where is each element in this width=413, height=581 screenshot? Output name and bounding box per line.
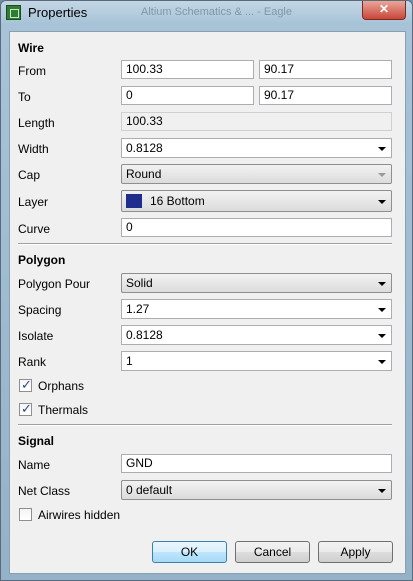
cancel-button[interactable]: Cancel [235, 541, 310, 563]
isolate-combo[interactable]: 0.8128 [121, 325, 392, 345]
orphans-checkbox[interactable]: ✓ [19, 377, 32, 392]
checkmark-icon: ✓ [21, 401, 32, 416]
width-combo[interactable]: 0.8128 [121, 138, 392, 158]
width-value: 0.8128 [126, 141, 163, 155]
rank-combo[interactable]: 1 [121, 351, 392, 371]
layer-combo[interactable]: 16 Bottom [121, 190, 392, 212]
chevron-down-icon [378, 200, 386, 204]
to-label: To [18, 90, 31, 104]
curve-field[interactable]: 0 [121, 218, 392, 237]
curve-label: Curve [18, 222, 51, 236]
from-y-field[interactable]: 90.17 [259, 60, 392, 79]
cap-label: Cap [18, 168, 41, 182]
signal-section-title: Signal [18, 434, 55, 448]
apply-button[interactable]: Apply [318, 541, 393, 563]
length-label: Length [18, 116, 55, 130]
app-icon [6, 5, 21, 20]
cap-value: Round [126, 167, 162, 181]
from-label: From [18, 64, 46, 78]
orphans-label: Orphans [38, 379, 85, 393]
title-bar[interactable]: Properties Altium Schematics & ... - Eag… [1, 1, 412, 25]
cap-combo[interactable]: Round [121, 164, 392, 184]
wire-section-title: Wire [18, 41, 44, 55]
signal-name-field[interactable]: GND [121, 454, 392, 473]
isolate-value: 0.8128 [126, 328, 163, 342]
spacing-label: Spacing [18, 303, 62, 317]
chevron-down-icon [378, 308, 386, 312]
polygon-pour-value: Solid [126, 276, 153, 290]
from-x-field[interactable]: 100.33 [121, 60, 254, 79]
chevron-down-icon [378, 173, 386, 177]
dialog-content: Wire From 100.33 90.17 To 0 90.17 Length… [9, 31, 406, 574]
layer-label: Layer [18, 195, 49, 209]
chevron-down-icon [378, 489, 386, 493]
spacing-combo[interactable]: 1.27 [121, 299, 392, 319]
window-title: Properties [28, 5, 88, 20]
polygon-pour-combo[interactable]: Solid [121, 273, 392, 293]
spacing-value: 1.27 [126, 302, 150, 316]
length-field: 100.33 [121, 112, 392, 131]
properties-window: Properties Altium Schematics & ... - Eag… [0, 0, 413, 581]
layer-color-swatch [126, 193, 142, 208]
rank-value: 1 [126, 354, 133, 368]
thermals-checkbox[interactable]: ✓ [19, 401, 32, 416]
section-divider [18, 243, 392, 245]
chevron-down-icon [378, 282, 386, 286]
airwires-hidden-checkbox[interactable] [19, 508, 32, 521]
to-y-field[interactable]: 90.17 [259, 86, 392, 105]
thermals-label: Thermals [38, 403, 89, 417]
ok-button[interactable]: OK [152, 541, 227, 563]
polygon-section-title: Polygon [18, 253, 66, 267]
chevron-down-icon [378, 334, 386, 338]
chevron-down-icon [378, 360, 386, 364]
polygon-pour-label: Polygon Pour [18, 277, 91, 291]
name-label: Name [18, 458, 51, 472]
net-class-label: Net Class [18, 484, 71, 498]
section-divider [18, 424, 392, 426]
to-x-field[interactable]: 0 [121, 86, 254, 105]
checkmark-icon: ✓ [21, 377, 32, 392]
isolate-label: Isolate [18, 329, 54, 343]
chevron-down-icon [378, 147, 386, 151]
airwires-hidden-label: Airwires hidden [38, 508, 121, 522]
background-window-title: Altium Schematics & ... - Eagle [141, 6, 292, 18]
net-class-value: 0 default [126, 483, 173, 497]
close-button[interactable]: ✕ [362, 1, 406, 20]
layer-value: 16 Bottom [150, 194, 205, 208]
width-label: Width [18, 142, 49, 156]
rank-label: Rank [18, 355, 47, 369]
net-class-combo[interactable]: 0 default [121, 480, 392, 500]
